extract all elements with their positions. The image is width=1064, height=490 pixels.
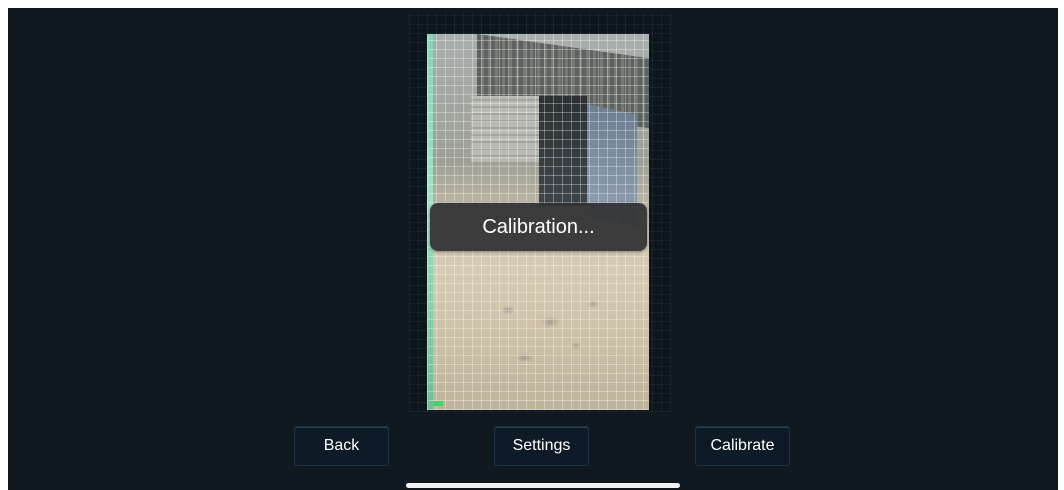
home-indicator[interactable] [406,483,680,488]
calibration-toast-text: Calibration... [482,215,595,238]
back-button[interactable]: Back [294,426,389,466]
settings-button-label: Settings [512,437,571,454]
calibrate-button[interactable]: Calibrate [695,426,790,466]
corner-marker [433,401,443,406]
back-button-label: Back [323,437,360,454]
calibrate-button-label: Calibrate [710,437,775,454]
settings-button[interactable]: Settings [494,426,589,466]
calibration-toast: Calibration... [430,203,647,251]
